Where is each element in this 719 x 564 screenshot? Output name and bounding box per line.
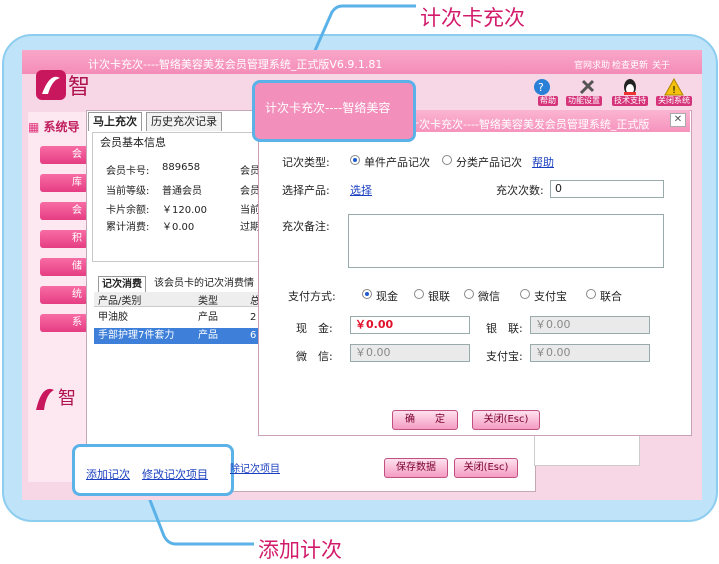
warning-exit-icon[interactable]: ! (664, 77, 684, 96)
row-product-type: 产品 (198, 312, 218, 323)
svg-text:?: ? (538, 81, 544, 94)
wechat-amount-input: ￥0.00 (350, 344, 470, 362)
dialog-close-button[interactable]: 关闭(Esc) (472, 410, 540, 430)
member-info-title: 会员基本信息 (100, 134, 166, 150)
total-spend-value: ￥0.00 (162, 222, 195, 233)
alipay-amount-input: ￥0.00 (530, 344, 650, 362)
alipay-label: 支付宝: (486, 350, 523, 363)
radio-pay-alipay[interactable] (520, 289, 530, 299)
dialog-title: 计次卡充次----智络美容美发会员管理系统_正式版V6.9.1.81 (408, 118, 650, 145)
row-product-name: 手部护理7件套力 (98, 330, 175, 341)
row-product-count: 6 (250, 330, 257, 341)
pay-alipay-label[interactable]: 支付宝 (534, 288, 567, 304)
tool-label-help[interactable]: 帮助 (538, 96, 558, 106)
sidebar-item-storage[interactable]: 储 (40, 258, 88, 276)
pay-cash-label[interactable]: 现金 (376, 288, 398, 304)
table-row-selected[interactable]: 手部护理7件套力 产品 6 (94, 328, 264, 344)
sidebar-item-points[interactable]: 积 (40, 230, 88, 248)
member-card-label: 会员卡号: (106, 166, 150, 177)
card-balance-value: ￥120.00 (162, 205, 207, 216)
tab-recharge-history[interactable]: 历史充次记录 (146, 112, 222, 131)
right-label-2: 会员 (240, 186, 260, 197)
panel-close-button[interactable]: 关闭(Esc) (454, 458, 518, 478)
radio-pay-wechat[interactable] (464, 289, 474, 299)
sidebar-grid-icon: ▦ (28, 120, 40, 134)
pay-wechat-label[interactable]: 微信 (478, 288, 500, 304)
callout-label-top: 计次卡充次 (420, 6, 525, 30)
recharge-count-label: 充次次数: (496, 184, 544, 197)
radio-category-product[interactable] (442, 155, 452, 165)
cash-amount-input[interactable]: ￥0.00 (350, 316, 470, 334)
tool-label-support[interactable]: 技术支持 (612, 96, 648, 106)
toolbar-link-help-site[interactable]: 官网求助 (574, 58, 610, 71)
cash-label: 现 金: (296, 322, 333, 335)
sidebar-item-member[interactable]: 会 (40, 146, 88, 164)
col-header-type: 类型 (198, 296, 218, 307)
callout-box-top: 计次卡充次----智络美容 (252, 80, 416, 142)
sidebar-item-member-2[interactable]: 会 (40, 202, 88, 220)
toolbar-link-update[interactable]: 检查更新 (612, 58, 648, 71)
tool-label-settings[interactable]: 功能设置 (566, 96, 602, 106)
table-row[interactable]: 甲油胶 产品 2 (94, 310, 264, 326)
callout-label-bottom: 添加计次 (258, 538, 342, 562)
delete-count-item-link[interactable]: 除记次项目 (230, 460, 280, 475)
row-product-type: 产品 (198, 330, 218, 341)
save-data-button[interactable]: 保存数据 (384, 458, 448, 478)
sidebar-item-system[interactable]: 系 (40, 314, 88, 332)
total-spend-label: 累计消费: (106, 222, 150, 233)
help-link[interactable]: 帮助 (532, 154, 554, 170)
close-icon[interactable]: ✕ (670, 113, 686, 127)
help-icon[interactable]: ? (532, 78, 552, 96)
member-info-group (92, 132, 264, 262)
svg-text:智: 智 (58, 388, 76, 409)
row-product-count: 2 (250, 312, 257, 323)
tab-card-consumption[interactable]: 该会员卡的记次消费情 (154, 276, 254, 292)
pay-union-label[interactable]: 银联 (428, 288, 450, 304)
tool-label-exit[interactable]: 关闭系统 (656, 96, 692, 106)
pay-method-label: 支付方式: (288, 290, 336, 303)
card-balance-label: 卡片余额: (106, 205, 150, 216)
note-label: 充次备注: (282, 220, 330, 233)
add-count-link[interactable]: 添加记次 (86, 466, 130, 482)
radio-category-product-label[interactable]: 分类产品记次 (456, 154, 522, 170)
member-card-value: 889658 (162, 162, 201, 173)
qq-support-icon[interactable] (620, 78, 640, 96)
note-textarea[interactable] (348, 214, 664, 268)
sidebar-logo: 智 (32, 380, 86, 419)
dialog-title-highlight: 计次卡充次----智络美容 (265, 101, 391, 115)
toolbar-link-about[interactable]: 关于 (652, 58, 670, 71)
radio-pay-union[interactable] (414, 289, 424, 299)
sidebar-item-stock[interactable]: 库 (40, 174, 88, 192)
member-level-label: 当前等级: (106, 186, 150, 197)
count-type-label: 记次类型: (282, 156, 330, 169)
svg-text:智: 智 (68, 75, 90, 100)
radio-pay-combined[interactable] (586, 289, 596, 299)
right-label-4: 过期 (240, 222, 260, 233)
row-product-name: 甲油胶 (98, 312, 128, 323)
product-label: 选择产品: (282, 184, 330, 197)
col-header-product: 产品/类别 (98, 296, 142, 307)
sidebar-header: ▦ 系统导 (28, 120, 80, 134)
count-table-header: 产品/类别 类型 总 (94, 292, 264, 307)
wechat-label: 微 信: (296, 350, 333, 363)
main-app-title: 计次卡充次----智络美容美发会员管理系统_正式版V6.9.1.81 (88, 58, 383, 71)
right-label-1: 会员 (240, 166, 260, 177)
right-label-3: 当前 (240, 205, 260, 216)
recharge-count-input[interactable]: 0 (550, 180, 664, 198)
tab-recharge-now[interactable]: 马上充次 (88, 112, 142, 131)
pay-combined-label[interactable]: 联合 (600, 288, 622, 304)
select-product-link[interactable]: 选择 (350, 182, 372, 198)
settings-tools-icon[interactable] (578, 78, 598, 96)
union-amount-input: ￥0.00 (530, 316, 650, 334)
radio-single-product-label[interactable]: 单件产品记次 (364, 154, 430, 170)
radio-pay-cash[interactable] (362, 289, 372, 299)
confirm-button[interactable]: 确 定 (392, 410, 458, 430)
svg-text:!: ! (672, 85, 676, 96)
sidebar-item-stats[interactable]: 统 (40, 286, 88, 304)
modify-count-item-link[interactable]: 修改记次项目 (142, 466, 208, 482)
member-level-value: 普通会员 (162, 186, 202, 197)
union-label: 银 联: (486, 322, 523, 335)
radio-single-product[interactable] (350, 155, 360, 165)
brand-logo: 智 (36, 66, 92, 106)
